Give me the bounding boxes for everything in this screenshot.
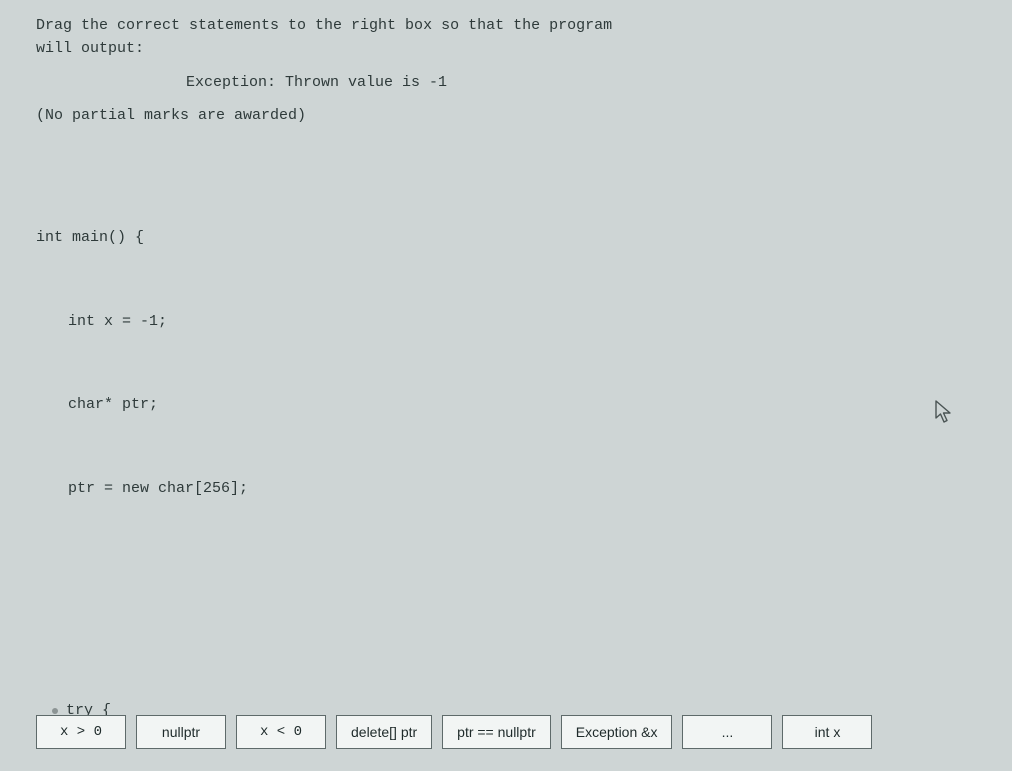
code-line-main: int main() {: [36, 224, 988, 252]
option-x-gt-0[interactable]: x > 0: [36, 715, 126, 749]
option-ellipsis[interactable]: ...: [682, 715, 772, 749]
option-x-lt-0[interactable]: x < 0: [236, 715, 326, 749]
blank-line: [36, 586, 988, 614]
option-exception-x[interactable]: Exception &x: [561, 715, 673, 749]
grading-note: (No partial marks are awarded): [36, 104, 988, 127]
code-line-intx: int x = -1;: [36, 308, 988, 336]
option-nullptr[interactable]: nullptr: [136, 715, 226, 749]
code-line-charptr: char* ptr;: [36, 391, 988, 419]
code-line-newchar: ptr = new char[256];: [36, 475, 988, 503]
instructions-block: Drag the correct statements to the right…: [36, 14, 988, 127]
option-delete-ptr[interactable]: delete[] ptr: [336, 715, 432, 749]
options-row: x > 0 nullptr x < 0 delete[] ptr ptr == …: [36, 715, 988, 749]
instruction-line-2: will output:: [36, 37, 988, 60]
expected-output: Exception: Thrown value is -1: [186, 71, 988, 94]
instruction-line-1: Drag the correct statements to the right…: [36, 14, 988, 37]
option-ptr-eq-nullptr[interactable]: ptr == nullptr: [442, 715, 551, 749]
bullet-icon: [52, 708, 58, 714]
option-int-x[interactable]: int x: [782, 715, 872, 749]
question-page: Drag the correct statements to the right…: [0, 0, 1012, 771]
code-block: int main() { int x = -1; char* ptr; ptr …: [36, 141, 988, 771]
